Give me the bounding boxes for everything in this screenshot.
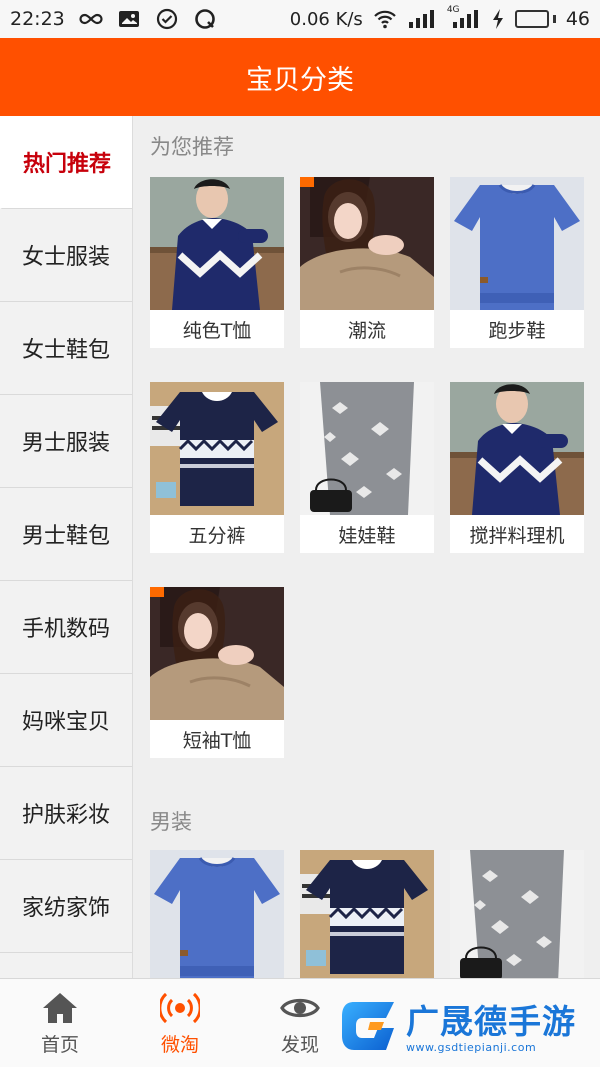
product-image	[300, 177, 434, 310]
product-label: 潮流	[347, 319, 386, 342]
sidebar-item-women-clothing[interactable]: 女士服装	[0, 209, 132, 302]
product-card[interactable]: 搅拌料理机	[450, 382, 584, 553]
product-image	[150, 850, 284, 978]
status-time: 22:23	[10, 8, 65, 30]
product-image	[450, 382, 584, 515]
image-notification-icon	[118, 11, 139, 27]
battery-percent: 46	[565, 8, 590, 30]
product-image	[150, 587, 284, 720]
sidebar-item-mom-baby[interactable]: 妈咪宝贝	[0, 674, 132, 767]
tab-home[interactable]: 首页	[0, 979, 120, 1067]
charging-bolt-icon	[492, 9, 503, 29]
section-title-menswear: 男装	[150, 810, 192, 834]
product-image	[450, 177, 584, 310]
page-title: 宝贝分类	[246, 64, 354, 96]
sidebar-item-women-shoes-bags[interactable]: 女士鞋包	[0, 302, 132, 395]
sidebar-item-skincare-makeup[interactable]: 护肤彩妆	[0, 767, 132, 860]
product-card[interactable]: 纯色T恤	[150, 177, 284, 348]
product-card[interactable]: 跑步鞋	[450, 177, 584, 348]
product-image	[150, 177, 284, 310]
signal-icon	[408, 10, 434, 28]
tab-weitao[interactable]: 微淘	[120, 979, 240, 1067]
sidebar-item-men-shoes-bags[interactable]: 男士鞋包	[0, 488, 132, 581]
product-label: 娃娃鞋	[338, 524, 396, 547]
sidebar-item-label: 热门推荐	[22, 152, 111, 177]
watermark-url: www.gsdtiepianji.com	[406, 1040, 537, 1054]
sidebar-item-men-clothing[interactable]: 男士服装	[0, 395, 132, 488]
network-speed: 0.06 K/s	[289, 8, 363, 30]
infinity-icon	[79, 13, 103, 25]
product-image	[300, 850, 434, 978]
eye-icon	[280, 998, 320, 1018]
product-label: 五分裤	[188, 524, 246, 547]
product-card[interactable]	[300, 850, 434, 978]
product-label: 短袖T恤	[182, 729, 252, 752]
app-screen: 22:23 0.06 K/s 4G 46 宝贝分类 热门推荐 女士服装 女士鞋包…	[0, 0, 600, 1067]
sidebar-item-label: 男士服装	[21, 431, 110, 456]
signal-4g-icon: 4G	[447, 5, 481, 30]
section-title-recommend: 为您推荐	[150, 135, 234, 159]
wifi-icon	[374, 10, 396, 29]
product-card[interactable]: 娃娃鞋	[300, 382, 434, 553]
product-label: 跑步鞋	[488, 319, 546, 342]
sidebar-item-label: 男士鞋包	[21, 524, 110, 549]
sidebar-item-label: 女士鞋包	[21, 338, 110, 363]
sidebar-item-hot-recommend[interactable]: 热门推荐	[0, 116, 132, 209]
category-sidebar: 热门推荐 女士服装 女士鞋包 男士服装 男士鞋包 手机数码 妈咪宝贝 护肤彩妆 …	[0, 116, 133, 978]
sidebar-item-home-textiles[interactable]: 家纺家饰	[0, 860, 132, 953]
watermark-logo-icon	[342, 1002, 394, 1050]
watermark-title: 广晟德手游	[406, 1001, 576, 1041]
tab-label: 首页	[40, 1034, 79, 1056]
check-circle-icon	[156, 8, 177, 30]
sidebar-item-label: 妈咪宝贝	[21, 710, 110, 735]
tab-label: 微淘	[160, 1034, 199, 1056]
sidebar-item-phones-digital[interactable]: 手机数码	[0, 581, 132, 674]
product-card[interactable]: 五分裤	[150, 382, 284, 553]
product-label: 搅拌料理机	[469, 524, 565, 547]
product-card[interactable]	[150, 850, 284, 978]
category-content: 为您推荐 纯色T恤 潮流 跑步鞋五分裤 娃娃鞋 搅拌料理机短袖T恤 男装	[133, 116, 600, 978]
product-card[interactable]: 短袖T恤	[150, 587, 284, 758]
tab-label: 发现	[280, 1034, 319, 1056]
home-icon	[43, 993, 77, 1023]
product-card[interactable]: 潮流	[300, 177, 434, 348]
product-image	[150, 382, 284, 515]
sidebar-item-label: 护肤彩妆	[21, 803, 110, 828]
product-image	[450, 850, 584, 978]
sidebar-item-label: 女士服装	[21, 245, 110, 270]
broadcast-icon	[160, 992, 200, 1024]
battery-indicator	[514, 10, 556, 28]
product-card[interactable]	[450, 850, 584, 978]
sidebar-item-label: 手机数码	[21, 617, 110, 642]
product-label: 纯色T恤	[182, 319, 252, 342]
q-app-icon	[194, 9, 215, 29]
product-image	[300, 382, 434, 515]
watermark: 广晟德手游 www.gsdtiepianji.com	[340, 996, 600, 1060]
status-bar: 22:23 0.06 K/s 4G 46	[0, 0, 600, 38]
page-header: 宝贝分类	[0, 38, 600, 116]
sidebar-item-label: 家纺家饰	[21, 896, 110, 921]
